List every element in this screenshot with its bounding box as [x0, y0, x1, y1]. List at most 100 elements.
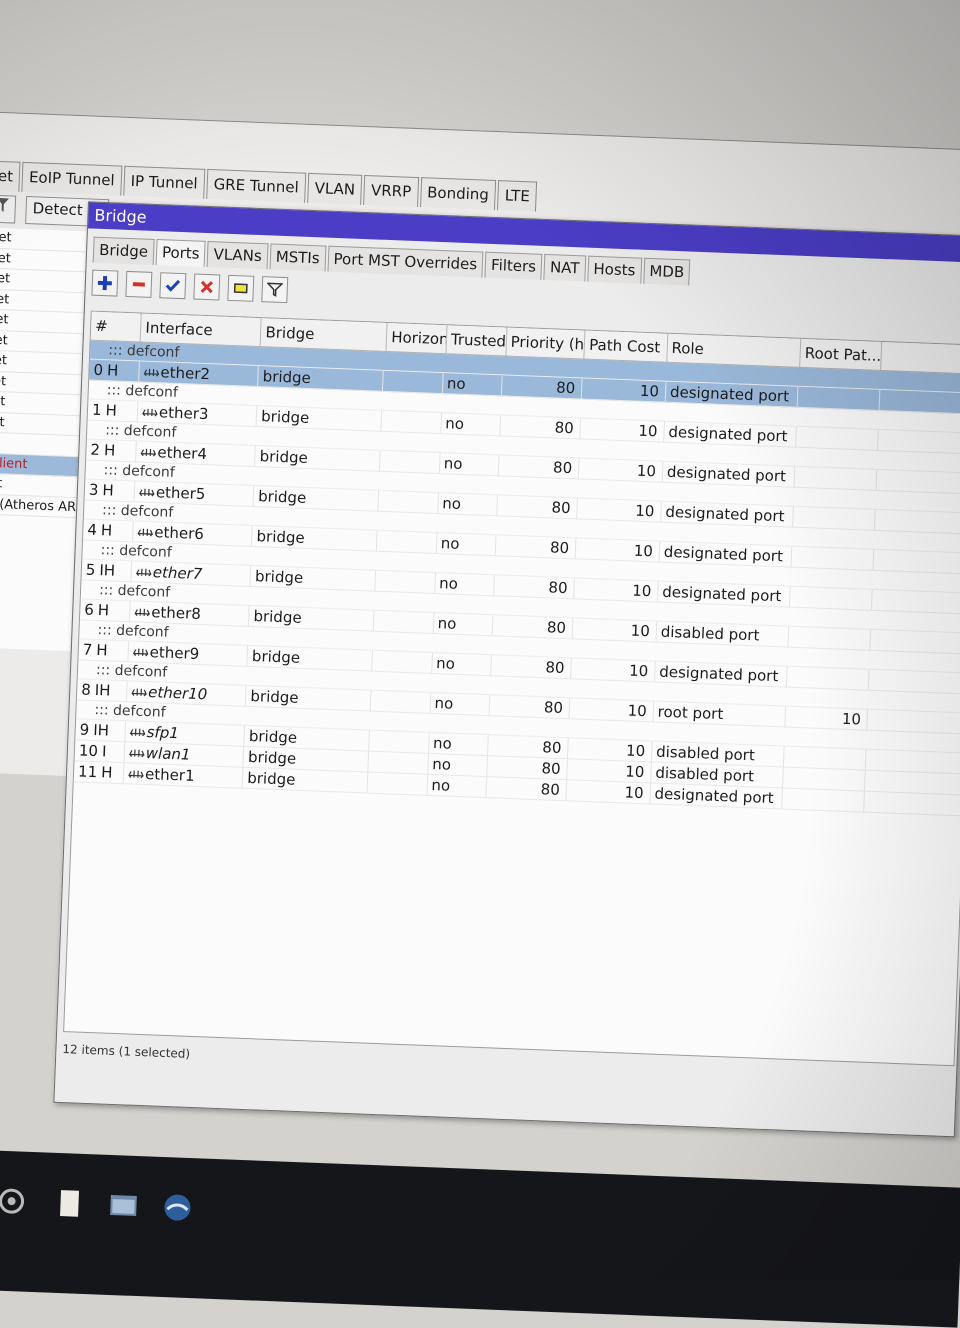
add-button[interactable] — [91, 269, 119, 297]
priority-cell: 80 — [487, 756, 568, 780]
column-header[interactable]: Bridge — [261, 318, 388, 351]
horizon-cell — [369, 730, 430, 753]
list-item[interactable]: Client — [0, 452, 79, 478]
row-number: 0 — [93, 360, 104, 380]
list-item[interactable]: et — [0, 411, 80, 437]
path-cost-cell: 10 — [568, 738, 653, 762]
interface-name: wlan1 — [145, 744, 191, 764]
list-item[interactable]: et — [0, 391, 81, 416]
tab-ports[interactable]: Ports — [155, 239, 207, 267]
column-header[interactable]: Path Cost — [584, 330, 669, 362]
interfaces-tab[interactable]: et — [0, 160, 21, 192]
interface-name: ether7 — [152, 563, 203, 584]
disable-button[interactable] — [193, 273, 221, 301]
port-icon — [128, 770, 144, 779]
trusted-cell: no — [427, 753, 488, 777]
list-item[interactable] — [0, 432, 79, 457]
path-cost-cell: 10 — [577, 498, 662, 522]
filter-button[interactable] — [0, 194, 17, 224]
row-number-cell: 11 H — [73, 761, 125, 784]
trusted-cell: no — [440, 413, 502, 436]
path-cost-cell: 10 — [581, 378, 667, 402]
row-number: 8 — [80, 680, 92, 699]
row-number: 6 — [83, 600, 95, 619]
notepad-icon[interactable] — [53, 1187, 86, 1220]
row-number-cell: 0H — [89, 359, 140, 382]
row-flags: H — [106, 361, 119, 380]
column-header[interactable]: Trusted — [446, 325, 508, 356]
remove-button[interactable] — [125, 270, 153, 298]
row-number-cell: 7H — [78, 639, 130, 662]
priority-cell: 80 — [488, 735, 569, 759]
tab-nat[interactable]: NAT — [543, 253, 586, 282]
tab-mdb[interactable]: MDB — [642, 257, 691, 286]
row-number-cell: 5 IH — [81, 559, 133, 582]
row-number-cell: 4H — [83, 519, 134, 542]
tab-filters[interactable]: Filters — [484, 251, 543, 280]
interfaces-tab[interactable]: Bonding — [419, 177, 497, 211]
column-header[interactable]: Role — [667, 333, 802, 367]
tab-bridge[interactable]: Bridge — [92, 236, 155, 265]
horizon-cell — [381, 410, 442, 434]
row-number-cell: 9 IH — [75, 719, 127, 742]
column-header[interactable]: Interface — [140, 313, 263, 347]
settings-app-icon[interactable] — [0, 1185, 28, 1218]
network-window-icon[interactable] — [107, 1189, 140, 1222]
ports-table: # Interface Bridge Horizon Trusted Priority (… — [63, 310, 960, 1067]
interfaces-tab[interactable]: EoIP Tunnel — [21, 161, 123, 196]
blank-cell — [872, 589, 960, 614]
blank-cell — [869, 669, 960, 694]
tab-hosts[interactable]: Hosts — [586, 255, 642, 284]
interfaces-tab[interactable]: VLAN — [307, 172, 363, 205]
trusted-cell: no — [431, 652, 492, 676]
blank-cell — [878, 429, 960, 454]
root-cell — [784, 746, 867, 770]
list-item[interactable]: et — [0, 370, 82, 396]
trusted-cell: no — [430, 692, 491, 716]
blank-cell — [867, 709, 960, 734]
priority-cell: 80 — [501, 375, 583, 399]
filter-button[interactable] — [261, 276, 289, 304]
row-number-cell: 8 IH — [76, 679, 128, 702]
row-number-cell: 3H — [84, 479, 136, 502]
row-flags: H — [100, 763, 113, 782]
path-cost-cell: 10 — [578, 458, 664, 482]
port-icon — [137, 528, 153, 537]
trusted-cell: no — [437, 493, 498, 516]
list-item[interactable]: et — [0, 473, 78, 498]
column-header[interactable]: Root Pat... — [800, 338, 882, 370]
horizon-cell — [375, 570, 436, 593]
blank-cell — [866, 749, 960, 774]
path-cost-cell: 10 — [569, 698, 655, 722]
path-cost-cell: 10 — [567, 759, 652, 783]
port-icon — [129, 728, 146, 737]
column-header[interactable]: Horizon — [386, 322, 448, 354]
root-cell — [788, 626, 872, 650]
row-number-cell: 2H — [86, 439, 137, 462]
port-icon — [134, 608, 150, 617]
interfaces-tab[interactable]: GRE Tunnel — [206, 168, 307, 203]
row-number-cell: 6H — [79, 599, 131, 622]
path-cost-cell: 10 — [571, 658, 656, 682]
row-flags: H — [97, 601, 110, 620]
interfaces-tab[interactable]: IP Tunnel — [123, 165, 206, 199]
enable-button[interactable] — [159, 272, 187, 300]
column-header[interactable] — [880, 341, 960, 374]
port-icon — [131, 688, 147, 697]
row-flags: IH — [92, 720, 110, 740]
row-number: 10 — [78, 741, 99, 761]
interfaces-tab[interactable]: LTE — [497, 180, 538, 212]
comment-button[interactable] — [227, 274, 255, 302]
interfaces-tab[interactable]: VRRP — [363, 174, 419, 208]
column-header[interactable]: Priority (h... — [506, 327, 586, 359]
list-item[interactable]: s (Atheros AR9 — [0, 493, 77, 519]
winbox-icon[interactable] — [161, 1191, 194, 1224]
root-cell — [796, 426, 880, 450]
horizon-cell — [378, 490, 439, 514]
column-header[interactable]: # — [90, 311, 143, 342]
root-cell — [791, 546, 875, 570]
tab-mstis[interactable]: MSTIs — [269, 243, 327, 272]
row-flags: IH — [99, 561, 116, 580]
tab-vlans[interactable]: VLANs — [207, 241, 269, 270]
interface-name: ether8 — [150, 603, 202, 624]
